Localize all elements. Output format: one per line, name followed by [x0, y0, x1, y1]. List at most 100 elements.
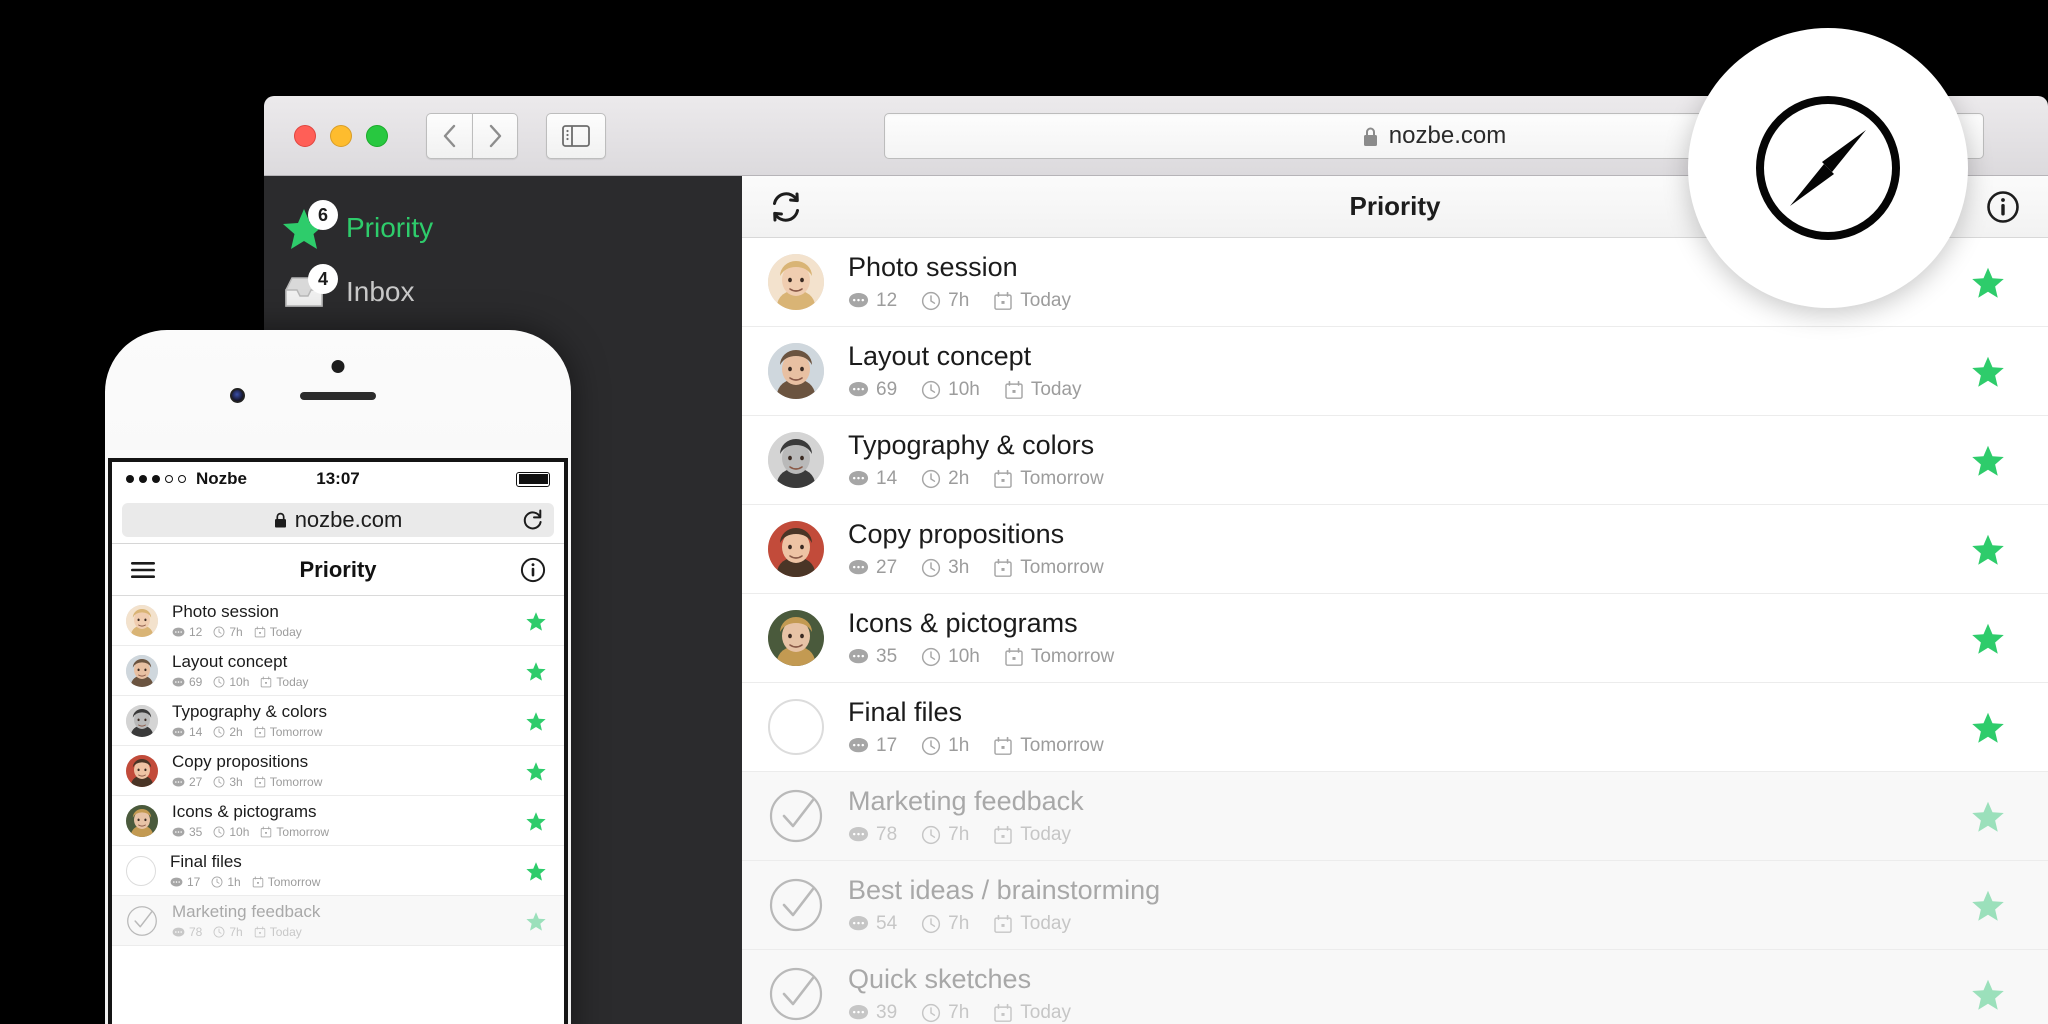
sidebar-item-priority[interactable]: 6 Priority: [264, 196, 742, 260]
list-item[interactable]: Typography & colors 14 2h Tomorrow: [112, 696, 564, 746]
task-time: 7h: [213, 925, 243, 939]
list-item[interactable]: Copy propositions 27 3h Tomorrow: [112, 746, 564, 796]
ios-address-field[interactable]: nozbe.com: [122, 502, 554, 537]
task-meta: 14 2h Tomorrow: [848, 468, 1928, 490]
task-star-toggle[interactable]: [1928, 531, 2048, 567]
zoom-window-button[interactable]: [366, 124, 388, 147]
task-date: Tomorrow: [993, 557, 1104, 579]
star-icon[interactable]: [1970, 798, 2006, 834]
task-star-toggle[interactable]: [1928, 887, 2048, 923]
check-circle-icon[interactable]: [768, 788, 824, 844]
star-icon[interactable]: [1970, 264, 2006, 300]
task-star-toggle[interactable]: [1928, 620, 2048, 656]
star-icon[interactable]: [1970, 709, 2006, 745]
star-icon[interactable]: [525, 710, 547, 732]
star-icon[interactable]: [1970, 887, 2006, 923]
lock-icon: [1363, 127, 1377, 146]
task-meta: 17 1h Tomorrow: [848, 735, 1928, 757]
task-star-toggle[interactable]: [508, 910, 564, 932]
task-row[interactable]: Best ideas / brainstorming 54 7h Today: [742, 861, 2048, 950]
task-title: Final files: [170, 852, 242, 871]
star-icon[interactable]: [525, 860, 547, 882]
task-title: Marketing feedback: [172, 902, 321, 921]
task-row[interactable]: Layout concept 69 10h Today: [742, 327, 2048, 416]
task-title: Quick sketches: [848, 964, 1032, 994]
task-title: Marketing feedback: [848, 786, 1084, 816]
task-complete-toggle[interactable]: [126, 855, 156, 886]
status-clock: 13:07: [316, 469, 360, 488]
calendar-icon: [1005, 647, 1023, 666]
comment-icon: [170, 877, 183, 887]
task-star-toggle[interactable]: [508, 660, 564, 682]
task-row[interactable]: Marketing feedback 78 7h Today: [742, 772, 2048, 861]
sync-button[interactable]: [768, 189, 804, 225]
task-star-toggle[interactable]: [1928, 709, 2048, 745]
info-circle-icon: [1987, 190, 2019, 223]
address-bar-url: nozbe.com: [1388, 122, 1507, 149]
calendar-icon: [261, 676, 272, 688]
task-row[interactable]: Typography & colors 14 2h Tomorrow: [742, 416, 2048, 505]
forward-button[interactable]: [472, 112, 518, 159]
task-star-toggle[interactable]: [508, 810, 564, 832]
task-star-toggle[interactable]: [1928, 264, 2048, 300]
star-icon[interactable]: [1970, 353, 2006, 389]
sidebar-item-inbox[interactable]: 4 Inbox: [264, 260, 742, 324]
safari-compass-icon: [1756, 96, 1900, 240]
star-icon[interactable]: [525, 660, 547, 682]
calendar-icon: [254, 926, 265, 938]
task-star-toggle[interactable]: [1928, 976, 2048, 1012]
clock-icon: [213, 626, 225, 638]
task-row[interactable]: Copy propositions 27 3h Tomorrow: [742, 505, 2048, 594]
list-item[interactable]: Photo session 12 7h Today: [112, 596, 564, 646]
task-star-toggle[interactable]: [1928, 442, 2048, 478]
task-complete-toggle[interactable]: [768, 788, 824, 844]
task-body: Copy propositions 27 3h Tomorrow: [172, 752, 508, 789]
ios-address-bar[interactable]: nozbe.com: [112, 496, 564, 544]
task-star-toggle[interactable]: [508, 710, 564, 732]
task-comments: 12: [172, 625, 202, 639]
task-row[interactable]: Quick sketches 39 7h Today: [742, 950, 2048, 1024]
check-circle-icon[interactable]: [126, 905, 158, 937]
close-window-button[interactable]: [294, 124, 316, 147]
list-item[interactable]: Final files 17 1h Tomorrow: [112, 846, 564, 896]
star-icon[interactable]: [1970, 442, 2006, 478]
task-date: Today: [254, 925, 302, 939]
task-star-toggle[interactable]: [508, 760, 564, 782]
star-icon[interactable]: [525, 810, 547, 832]
task-body: Typography & colors 14 2h Tomorrow: [172, 702, 508, 739]
task-row[interactable]: Final files 17 1h Tomorrow: [742, 683, 2048, 772]
ios-reload-button[interactable]: [522, 509, 544, 531]
task-complete-toggle[interactable]: [126, 905, 158, 937]
task-title: Copy propositions: [848, 519, 1065, 549]
task-row[interactable]: Icons & pictograms 35 10h Tomorrow: [742, 594, 2048, 683]
task-body: Copy propositions 27 3h Tomorrow: [848, 519, 1928, 579]
sidebar-toggle-button[interactable]: [546, 112, 606, 159]
star-icon[interactable]: [1970, 976, 2006, 1012]
back-button[interactable]: [426, 112, 472, 159]
task-star-toggle[interactable]: [508, 860, 564, 882]
ios-info-button[interactable]: [520, 557, 546, 583]
check-circle-icon[interactable]: [768, 966, 824, 1022]
task-star-toggle[interactable]: [508, 610, 564, 632]
star-icon[interactable]: [1970, 531, 2006, 567]
task-date: Today: [993, 1002, 1071, 1024]
star-icon[interactable]: [525, 910, 547, 932]
list-item[interactable]: Marketing feedback 78 7h Today: [112, 896, 564, 946]
task-complete-toggle[interactable]: [768, 877, 824, 933]
task-body: Final files 17 1h Tomorrow: [170, 852, 508, 889]
task-complete-toggle[interactable]: [768, 966, 824, 1022]
info-button[interactable]: [1986, 190, 2020, 224]
task-comments: 17: [170, 875, 200, 889]
task-complete-toggle[interactable]: [768, 699, 824, 755]
clock-icon: [922, 825, 941, 845]
star-icon[interactable]: [525, 610, 547, 632]
star-icon[interactable]: [1970, 620, 2006, 656]
navigation-buttons: [426, 112, 518, 159]
minimize-window-button[interactable]: [330, 124, 352, 147]
task-star-toggle[interactable]: [1928, 798, 2048, 834]
star-icon[interactable]: [525, 760, 547, 782]
list-item[interactable]: Icons & pictograms 35 10h Tomorrow: [112, 796, 564, 846]
task-star-toggle[interactable]: [1928, 353, 2048, 389]
list-item[interactable]: Layout concept 69 10h Today: [112, 646, 564, 696]
check-circle-icon[interactable]: [768, 877, 824, 933]
